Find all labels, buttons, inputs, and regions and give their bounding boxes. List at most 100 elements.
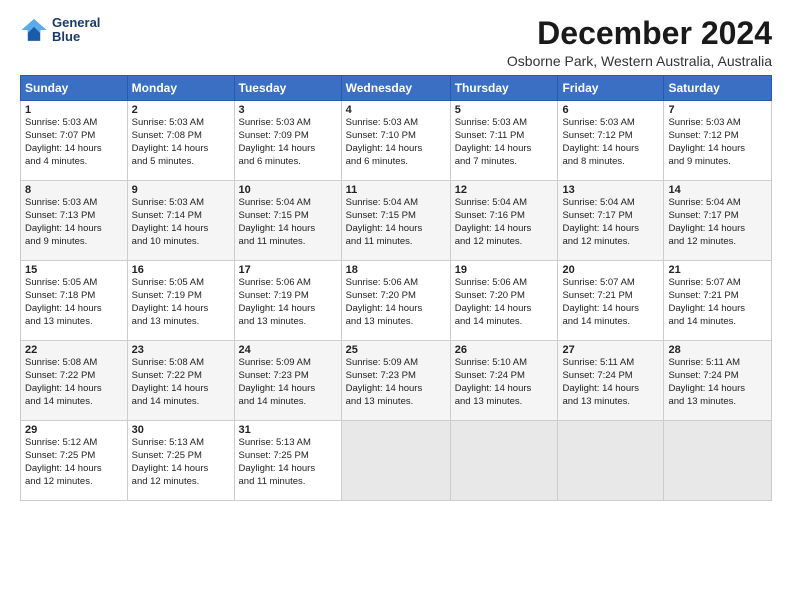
day-number: 1 xyxy=(25,104,123,116)
day-info: Sunrise: 5:04 AM Sunset: 7:15 PM Dayligh… xyxy=(239,197,337,248)
day-number: 6 xyxy=(562,104,659,116)
day-info: Sunrise: 5:03 AM Sunset: 7:13 PM Dayligh… xyxy=(25,197,123,248)
page: General Blue December 2024 Osborne Park,… xyxy=(0,0,792,612)
day-info: Sunrise: 5:03 AM Sunset: 7:08 PM Dayligh… xyxy=(132,117,230,168)
day-number: 4 xyxy=(346,104,446,116)
day-info: Sunrise: 5:06 AM Sunset: 7:20 PM Dayligh… xyxy=(346,277,446,328)
location: Osborne Park, Western Australia, Austral… xyxy=(507,53,772,69)
title-block: December 2024 Osborne Park, Western Aust… xyxy=(507,16,772,69)
day-number: 31 xyxy=(239,424,337,436)
calendar-cell: 22Sunrise: 5:08 AM Sunset: 7:22 PM Dayli… xyxy=(21,341,128,421)
calendar-cell: 17Sunrise: 5:06 AM Sunset: 7:19 PM Dayli… xyxy=(234,261,341,341)
day-info: Sunrise: 5:11 AM Sunset: 7:24 PM Dayligh… xyxy=(668,357,767,408)
day-number: 28 xyxy=(668,344,767,356)
day-number: 19 xyxy=(455,264,554,276)
day-info: Sunrise: 5:07 AM Sunset: 7:21 PM Dayligh… xyxy=(562,277,659,328)
calendar: SundayMondayTuesdayWednesdayThursdayFrid… xyxy=(20,75,772,501)
day-info: Sunrise: 5:09 AM Sunset: 7:23 PM Dayligh… xyxy=(346,357,446,408)
calendar-cell: 9Sunrise: 5:03 AM Sunset: 7:14 PM Daylig… xyxy=(127,181,234,261)
calendar-cell: 23Sunrise: 5:08 AM Sunset: 7:22 PM Dayli… xyxy=(127,341,234,421)
day-info: Sunrise: 5:05 AM Sunset: 7:18 PM Dayligh… xyxy=(25,277,123,328)
day-info: Sunrise: 5:06 AM Sunset: 7:19 PM Dayligh… xyxy=(239,277,337,328)
day-number: 22 xyxy=(25,344,123,356)
header-wednesday: Wednesday xyxy=(341,76,450,101)
calendar-cell: 7Sunrise: 5:03 AM Sunset: 7:12 PM Daylig… xyxy=(664,101,772,181)
calendar-cell: 18Sunrise: 5:06 AM Sunset: 7:20 PM Dayli… xyxy=(341,261,450,341)
day-number: 7 xyxy=(668,104,767,116)
day-number: 11 xyxy=(346,184,446,196)
logo-text: General Blue xyxy=(52,16,100,45)
day-info: Sunrise: 5:10 AM Sunset: 7:24 PM Dayligh… xyxy=(455,357,554,408)
day-info: Sunrise: 5:04 AM Sunset: 7:17 PM Dayligh… xyxy=(562,197,659,248)
day-info: Sunrise: 5:09 AM Sunset: 7:23 PM Dayligh… xyxy=(239,357,337,408)
day-number: 29 xyxy=(25,424,123,436)
week-row-4: 22Sunrise: 5:08 AM Sunset: 7:22 PM Dayli… xyxy=(21,341,772,421)
day-info: Sunrise: 5:13 AM Sunset: 7:25 PM Dayligh… xyxy=(132,437,230,488)
day-number: 23 xyxy=(132,344,230,356)
day-info: Sunrise: 5:03 AM Sunset: 7:09 PM Dayligh… xyxy=(239,117,337,168)
calendar-cell xyxy=(450,421,558,501)
header-sunday: Sunday xyxy=(21,76,128,101)
day-info: Sunrise: 5:04 AM Sunset: 7:15 PM Dayligh… xyxy=(346,197,446,248)
calendar-cell: 30Sunrise: 5:13 AM Sunset: 7:25 PM Dayli… xyxy=(127,421,234,501)
calendar-cell xyxy=(341,421,450,501)
day-number: 18 xyxy=(346,264,446,276)
calendar-cell: 31Sunrise: 5:13 AM Sunset: 7:25 PM Dayli… xyxy=(234,421,341,501)
calendar-cell xyxy=(558,421,664,501)
day-number: 17 xyxy=(239,264,337,276)
calendar-cell: 1Sunrise: 5:03 AM Sunset: 7:07 PM Daylig… xyxy=(21,101,128,181)
day-number: 5 xyxy=(455,104,554,116)
calendar-cell: 29Sunrise: 5:12 AM Sunset: 7:25 PM Dayli… xyxy=(21,421,128,501)
calendar-cell: 27Sunrise: 5:11 AM Sunset: 7:24 PM Dayli… xyxy=(558,341,664,421)
week-row-5: 29Sunrise: 5:12 AM Sunset: 7:25 PM Dayli… xyxy=(21,421,772,501)
calendar-cell xyxy=(664,421,772,501)
logo-icon xyxy=(20,16,48,44)
calendar-cell: 28Sunrise: 5:11 AM Sunset: 7:24 PM Dayli… xyxy=(664,341,772,421)
day-info: Sunrise: 5:05 AM Sunset: 7:19 PM Dayligh… xyxy=(132,277,230,328)
day-number: 30 xyxy=(132,424,230,436)
day-number: 2 xyxy=(132,104,230,116)
day-info: Sunrise: 5:11 AM Sunset: 7:24 PM Dayligh… xyxy=(562,357,659,408)
day-number: 12 xyxy=(455,184,554,196)
day-number: 3 xyxy=(239,104,337,116)
day-info: Sunrise: 5:03 AM Sunset: 7:10 PM Dayligh… xyxy=(346,117,446,168)
day-number: 10 xyxy=(239,184,337,196)
calendar-cell: 21Sunrise: 5:07 AM Sunset: 7:21 PM Dayli… xyxy=(664,261,772,341)
day-info: Sunrise: 5:03 AM Sunset: 7:12 PM Dayligh… xyxy=(668,117,767,168)
day-info: Sunrise: 5:04 AM Sunset: 7:16 PM Dayligh… xyxy=(455,197,554,248)
day-info: Sunrise: 5:08 AM Sunset: 7:22 PM Dayligh… xyxy=(25,357,123,408)
logo-line2: Blue xyxy=(52,30,100,44)
day-info: Sunrise: 5:04 AM Sunset: 7:17 PM Dayligh… xyxy=(668,197,767,248)
day-number: 14 xyxy=(668,184,767,196)
month-title: December 2024 xyxy=(507,16,772,51)
calendar-cell: 16Sunrise: 5:05 AM Sunset: 7:19 PM Dayli… xyxy=(127,261,234,341)
day-info: Sunrise: 5:12 AM Sunset: 7:25 PM Dayligh… xyxy=(25,437,123,488)
day-info: Sunrise: 5:08 AM Sunset: 7:22 PM Dayligh… xyxy=(132,357,230,408)
calendar-cell: 26Sunrise: 5:10 AM Sunset: 7:24 PM Dayli… xyxy=(450,341,558,421)
day-number: 26 xyxy=(455,344,554,356)
header-saturday: Saturday xyxy=(664,76,772,101)
header: General Blue December 2024 Osborne Park,… xyxy=(20,16,772,69)
calendar-cell: 14Sunrise: 5:04 AM Sunset: 7:17 PM Dayli… xyxy=(664,181,772,261)
day-number: 13 xyxy=(562,184,659,196)
day-number: 9 xyxy=(132,184,230,196)
day-number: 25 xyxy=(346,344,446,356)
calendar-cell: 4Sunrise: 5:03 AM Sunset: 7:10 PM Daylig… xyxy=(341,101,450,181)
day-number: 15 xyxy=(25,264,123,276)
calendar-cell: 8Sunrise: 5:03 AM Sunset: 7:13 PM Daylig… xyxy=(21,181,128,261)
calendar-cell: 19Sunrise: 5:06 AM Sunset: 7:20 PM Dayli… xyxy=(450,261,558,341)
calendar-cell: 2Sunrise: 5:03 AM Sunset: 7:08 PM Daylig… xyxy=(127,101,234,181)
calendar-header-row: SundayMondayTuesdayWednesdayThursdayFrid… xyxy=(21,76,772,101)
calendar-cell: 20Sunrise: 5:07 AM Sunset: 7:21 PM Dayli… xyxy=(558,261,664,341)
day-number: 24 xyxy=(239,344,337,356)
header-friday: Friday xyxy=(558,76,664,101)
day-info: Sunrise: 5:03 AM Sunset: 7:14 PM Dayligh… xyxy=(132,197,230,248)
day-info: Sunrise: 5:03 AM Sunset: 7:07 PM Dayligh… xyxy=(25,117,123,168)
header-thursday: Thursday xyxy=(450,76,558,101)
day-info: Sunrise: 5:13 AM Sunset: 7:25 PM Dayligh… xyxy=(239,437,337,488)
week-row-3: 15Sunrise: 5:05 AM Sunset: 7:18 PM Dayli… xyxy=(21,261,772,341)
calendar-cell: 3Sunrise: 5:03 AM Sunset: 7:09 PM Daylig… xyxy=(234,101,341,181)
day-number: 8 xyxy=(25,184,123,196)
logo-line1: General xyxy=(52,16,100,30)
logo: General Blue xyxy=(20,16,100,45)
